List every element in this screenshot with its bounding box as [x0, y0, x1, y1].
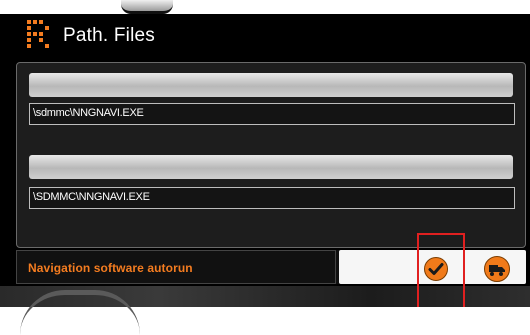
path-header-1[interactable] [29, 73, 513, 97]
path-value-1: \sdmmc\NNGNAVI.EXE [33, 107, 144, 119]
top-strip [0, 0, 530, 14]
path-header-2[interactable] [29, 155, 513, 179]
highlight-box [417, 233, 465, 307]
path-value-2: \SDMMC\NNGNAVI.EXE [33, 191, 150, 203]
path-field-2[interactable]: \SDMMC\NNGNAVI.EXE [29, 187, 515, 209]
paths-panel: \sdmmc\NNGNAVI.EXE \SDMMC\NNGNAVI.EXE [16, 62, 526, 248]
title-bar: Path. Files [0, 14, 530, 60]
dotted-logo-icon [27, 20, 49, 48]
window-title: Path. Files [63, 25, 155, 46]
autorun-alt-button[interactable] [484, 256, 510, 282]
truck-icon [489, 265, 505, 276]
autorun-label-box: Navigation software autorun [16, 250, 336, 284]
path-field-1[interactable]: \sdmmc\NNGNAVI.EXE [29, 103, 515, 125]
floor-arc [20, 290, 140, 335]
autorun-label: Navigation software autorun [28, 261, 193, 275]
top-knob [121, 0, 173, 14]
